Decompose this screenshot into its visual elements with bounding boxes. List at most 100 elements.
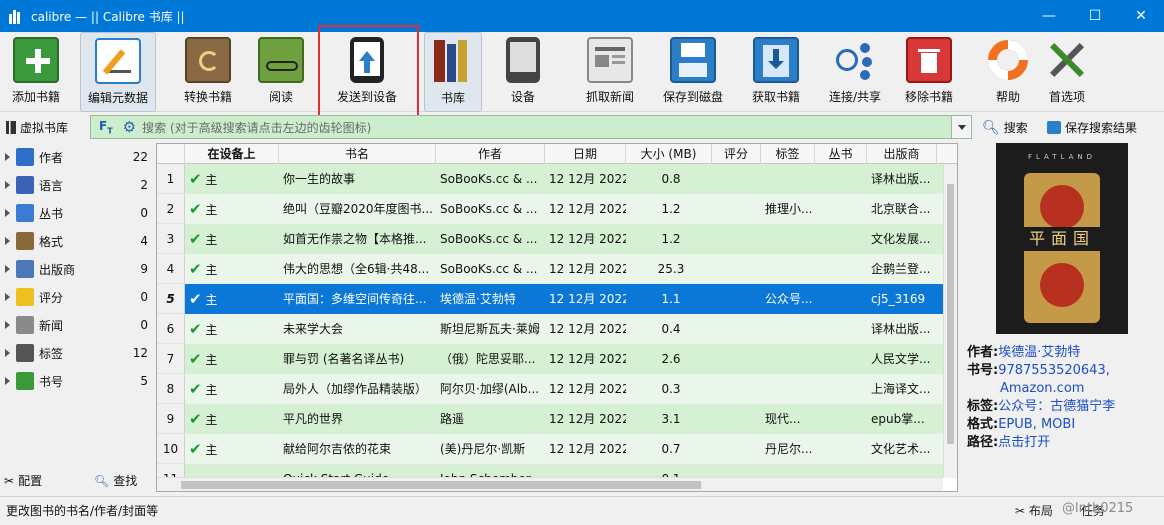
category-icon: [16, 372, 34, 390]
search-input[interactable]: FT ⚙ 搜索 (对于高级搜索请点击左边的齿轮图标): [90, 115, 972, 139]
table-row[interactable]: 2 ✔ 主绝叫（豆瓣2020年度图书... SoBooKs.cc & ... 12 1…: [157, 194, 943, 224]
add-books-button[interactable]: 添加书籍: [6, 32, 66, 112]
table-row[interactable]: 6 ✔ 主未来学大会 斯坦尼斯瓦夫·莱姆 12 12月 2022 0.4 译林出版...: [157, 314, 943, 344]
table-row[interactable]: 4 ✔ 主伟大的思想（全6辑·共48... SoBooKs.cc & ... 12 1…: [157, 254, 943, 284]
column-header-corner[interactable]: [157, 144, 185, 164]
row-number: 6: [157, 314, 185, 344]
row-number: 5: [157, 284, 185, 314]
connect-share-button[interactable]: 连接/共享: [826, 32, 884, 112]
on-device-cell: ✔ 主: [185, 344, 279, 374]
detail-author-link[interactable]: 埃德温·艾勃特: [998, 345, 1080, 360]
on-device-label: 主: [205, 383, 218, 397]
fetch-news-button[interactable]: 抓取新闻: [582, 32, 638, 112]
help-button[interactable]: 帮助: [979, 31, 1037, 112]
virtual-library-button[interactable]: 虚拟书库: [6, 119, 68, 136]
column-header[interactable]: 在设备上: [185, 144, 279, 164]
configure-icon: ✂: [4, 473, 15, 488]
expand-arrow-icon[interactable]: [5, 209, 10, 217]
table-row[interactable]: 1 ✔ 主你一生的故事 SoBooKs.cc & ... 12 12月 2022 0.8…: [157, 164, 943, 194]
find-icon: 🔍︎: [94, 473, 110, 488]
table-row[interactable]: 10 ✔ 主献给阿尔吉侬的花束 (美)丹尼尔·凯斯 12 12月 2022 0.7 丹尼尔…: [157, 434, 943, 464]
on-device-label: 主: [205, 443, 218, 457]
author-cell: 斯坦尼斯瓦夫·莱姆: [440, 322, 540, 336]
sidebar-item-label: 评分: [39, 290, 64, 305]
publisher-cell: 文化艺术...: [871, 442, 931, 456]
expand-arrow-icon[interactable]: [5, 153, 10, 161]
tags-cell: [761, 314, 815, 344]
search-history-dropdown[interactable]: [951, 116, 971, 138]
detail-tags-link[interactable]: 公众号：古德猫宁李: [998, 399, 1115, 414]
sidebar-item-label: 语言: [39, 178, 64, 193]
table-row[interactable]: 7 ✔ 主罪与罚 (名著名译丛书) （俄）陀思妥耶... 12 12月 2022 2.6…: [157, 344, 943, 374]
sidebar-item[interactable]: 书号 5: [0, 367, 154, 395]
column-header[interactable]: 大小 (MB): [626, 144, 712, 164]
device-button[interactable]: 设备: [498, 32, 548, 112]
column-header[interactable]: 评分: [712, 144, 761, 164]
table-row[interactable]: 3 ✔ 主如首无作祟之物【本格推... SoBooKs.cc & ... 12 12月…: [157, 224, 943, 254]
sidebar-item[interactable]: 语言 2: [0, 171, 154, 199]
column-header[interactable]: 书名: [279, 144, 436, 164]
save-to-disk-button[interactable]: 保存到磁盘: [660, 32, 726, 112]
table-row[interactable]: 9 ✔ 主平凡的世界 路遥 12 12月 2022 3.1 现代... epub掌...: [157, 404, 943, 434]
rating-cell: [712, 344, 761, 374]
expand-arrow-icon[interactable]: [5, 349, 10, 357]
expand-arrow-icon[interactable]: [5, 293, 10, 301]
detail-path-link[interactable]: 点击打开: [998, 435, 1050, 450]
sidebar-item[interactable]: 评分 0: [0, 283, 154, 311]
detail-formats-link[interactable]: EPUB, MOBI: [998, 417, 1075, 432]
expand-arrow-icon[interactable]: [5, 181, 10, 189]
library-button[interactable]: 书库: [424, 32, 482, 112]
close-button[interactable]: ✕: [1118, 0, 1164, 32]
full-text-search-icon[interactable]: FT: [99, 119, 113, 135]
sidebar-item[interactable]: 标签 12: [0, 339, 154, 367]
author-cell: (美)丹尼尔·凯斯: [440, 442, 526, 456]
date-cell: 12 12月 2022: [549, 232, 626, 246]
maximize-button[interactable]: ☐: [1072, 0, 1118, 32]
network-icon: [832, 37, 878, 83]
expand-arrow-icon[interactable]: [5, 377, 10, 385]
detail-isbn-link[interactable]: 9787553520643,: [998, 363, 1110, 378]
gear-icon[interactable]: ⚙: [123, 118, 136, 136]
cover-figure-art: [1040, 185, 1084, 229]
configure-label: 配置: [18, 474, 43, 488]
sidebar-item-label: 标签: [39, 346, 64, 361]
table-row[interactable]: 8 ✔ 主局外人（加缪作品精装版） 阿尔贝·加缪(Alb... 12 12月 2022…: [157, 374, 943, 404]
read-button[interactable]: 阅读: [256, 32, 306, 112]
column-header[interactable]: 日期: [545, 144, 626, 164]
table-row[interactable]: 5 ✔ 主平面国：多维空间传奇往... 埃德温·艾勃特 12 12月 2022 1.1 公…: [157, 284, 943, 314]
sidebar-item[interactable]: 出版商 9: [0, 255, 154, 283]
on-device-label: 主: [205, 263, 218, 277]
expand-arrow-icon[interactable]: [5, 321, 10, 329]
save-search-button[interactable]: 保存搜索结果: [1047, 119, 1137, 136]
remove-books-icon: [906, 37, 952, 83]
date-cell: 12 12月 2022: [549, 202, 626, 216]
sidebar-item[interactable]: 作者 22: [0, 143, 154, 171]
layout-button[interactable]: ✂ 布局: [1015, 502, 1053, 519]
expand-arrow-icon[interactable]: [5, 237, 10, 245]
sidebar-item[interactable]: 格式 4: [0, 227, 154, 255]
book-cover[interactable]: FLATLAND 平面国: [996, 143, 1128, 334]
row-number: 9: [157, 404, 185, 434]
horizontal-scrollbar[interactable]: [157, 477, 943, 491]
edit-metadata-button[interactable]: 编辑元数据: [80, 32, 156, 112]
column-header[interactable]: 作者: [436, 144, 545, 164]
convert-books-button[interactable]: 转换书籍: [178, 32, 238, 112]
cover-title-zh: 平面国: [1008, 227, 1116, 251]
sidebar-item[interactable]: 丛书 0: [0, 199, 154, 227]
find-button[interactable]: 🔍︎ 查找: [94, 472, 137, 489]
detail-amazon-link[interactable]: Amazon.com: [1000, 381, 1084, 396]
author-cell: 路遥: [440, 412, 465, 426]
date-cell: 12 12月 2022: [549, 412, 626, 426]
remove-books-button[interactable]: 移除书籍: [902, 32, 956, 112]
vertical-scrollbar[interactable]: [943, 164, 957, 478]
column-header[interactable]: 丛书: [815, 144, 867, 164]
expand-arrow-icon[interactable]: [5, 265, 10, 273]
column-header[interactable]: 出版商: [867, 144, 937, 164]
get-books-button[interactable]: 获取书籍: [746, 32, 806, 112]
sidebar-item[interactable]: 新闻 0: [0, 311, 154, 339]
search-button[interactable]: 🔍︎ 搜索: [982, 119, 1028, 136]
minimize-button[interactable]: —: [1026, 0, 1072, 32]
column-header[interactable]: 标签: [761, 144, 815, 164]
preferences-button[interactable]: 首选项: [1040, 32, 1094, 112]
configure-button[interactable]: ✂ 配置: [4, 472, 42, 489]
